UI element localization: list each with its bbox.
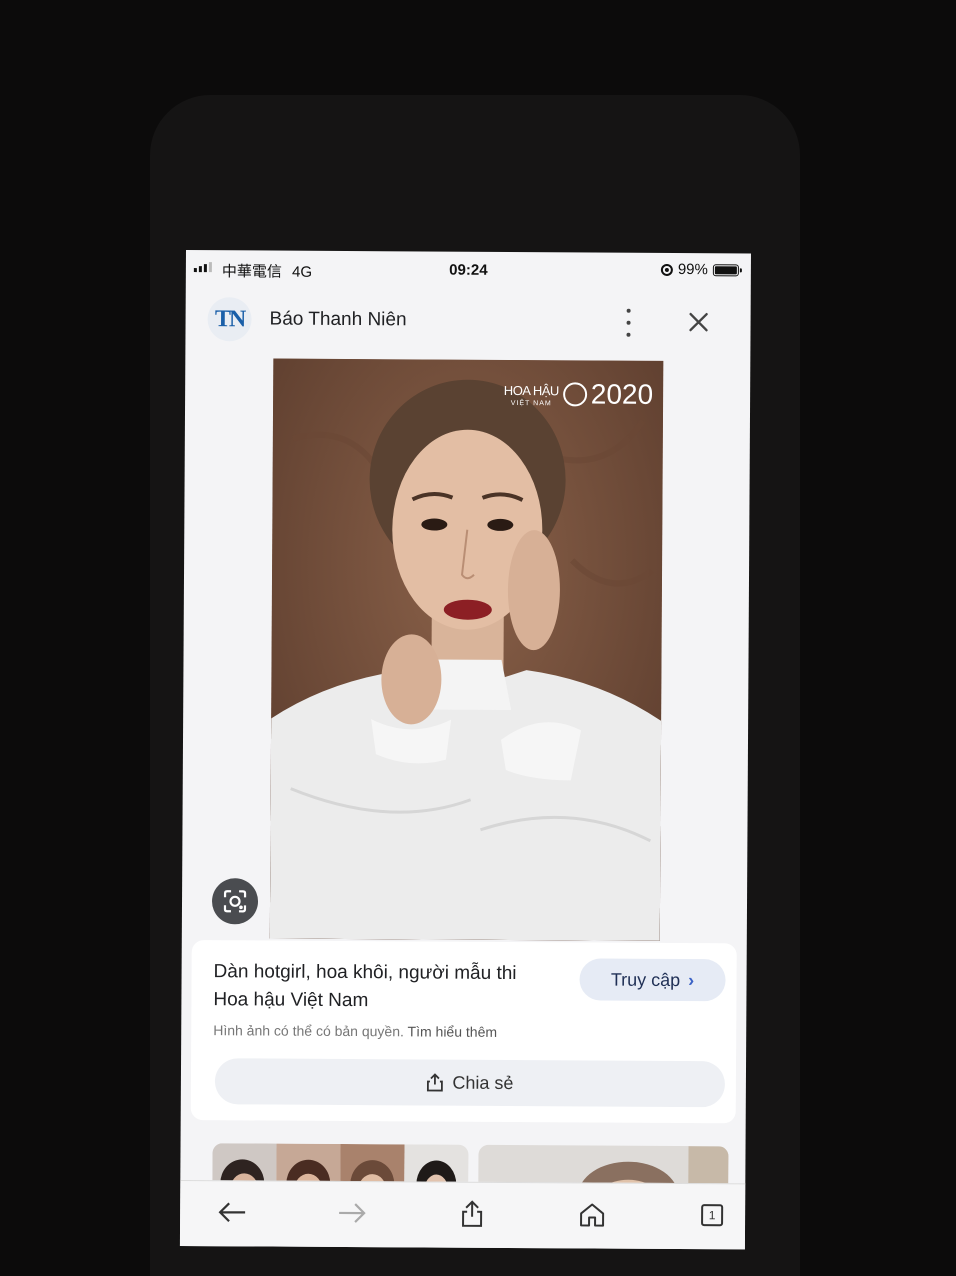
status-bar: 中華電信 4G 09:24 99% — [186, 250, 751, 291]
watermark-sub: VIỆT NAM — [510, 399, 552, 407]
share-button[interactable]: Chia sẻ — [214, 1058, 726, 1108]
site-logo[interactable]: TN — [207, 297, 252, 342]
phone-screen: 中華電信 4G 09:24 99% TN Báo Thanh Niên HOA … — [179, 250, 751, 1250]
visit-label: Truy cập — [610, 969, 681, 990]
battery-percent: 99% — [677, 261, 708, 279]
viewer-header: TN Báo Thanh Niên — [185, 288, 750, 361]
preview-image[interactable]: HOA HẬU VIỆT NAM 2020 — [269, 358, 664, 941]
learn-more-link[interactable]: Tìm hiểu thêm — [408, 1023, 498, 1040]
share-icon[interactable] — [454, 1197, 490, 1231]
orientation-lock-icon — [660, 263, 673, 276]
watermark-year: 2020 — [590, 378, 654, 410]
visit-button[interactable]: Truy cập › — [579, 958, 726, 1002]
portrait-illustration — [269, 358, 664, 941]
watermark-brand: HOA HẬU — [503, 382, 559, 398]
home-icon[interactable] — [574, 1197, 610, 1231]
contest-watermark: HOA HẬU VIỆT NAM 2020 — [503, 378, 654, 411]
forward-arrow-icon[interactable] — [334, 1196, 370, 1230]
crown-seal-icon — [562, 382, 587, 407]
image-preview-area: HOA HẬU VIỆT NAM 2020 — [182, 358, 751, 941]
google-lens-icon[interactable] — [211, 878, 259, 925]
tabs-icon: 1 — [701, 1204, 724, 1227]
status-right: 99% — [660, 261, 739, 279]
tabs-button[interactable]: 1 — [694, 1198, 730, 1232]
more-vertical-icon[interactable] — [621, 308, 635, 337]
share-icon — [427, 1073, 444, 1092]
result-title[interactable]: Dàn hotgirl, hoa khôi, người mẫu thi Hoa… — [213, 958, 553, 1016]
copyright-notice: Hình ảnh có thể có bản quyền. Tìm hiểu t… — [213, 1022, 497, 1040]
site-name[interactable]: Báo Thanh Niên — [270, 309, 407, 332]
chevron-right-icon: › — [688, 969, 695, 990]
back-arrow-icon[interactable] — [214, 1195, 250, 1229]
copyright-text: Hình ảnh có thể có bản quyền. — [213, 1022, 404, 1040]
battery-icon — [712, 263, 739, 276]
result-info-card: Dàn hotgirl, hoa khôi, người mẫu thi Hoa… — [190, 940, 737, 1124]
share-label: Chia sẻ — [452, 1072, 514, 1093]
browser-toolbar: 1 — [179, 1179, 746, 1250]
close-icon[interactable] — [685, 309, 711, 335]
